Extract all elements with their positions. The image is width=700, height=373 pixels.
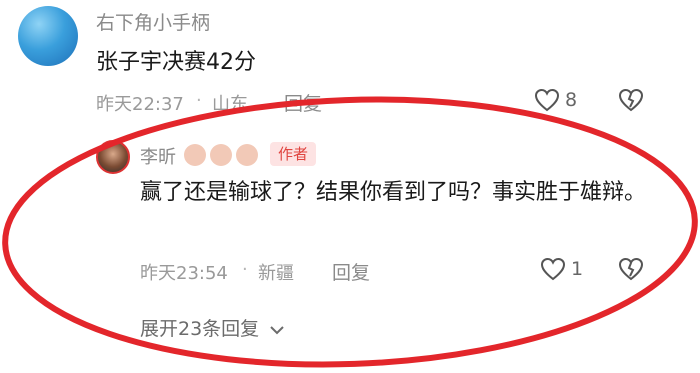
annotation-circle: [2, 96, 698, 368]
